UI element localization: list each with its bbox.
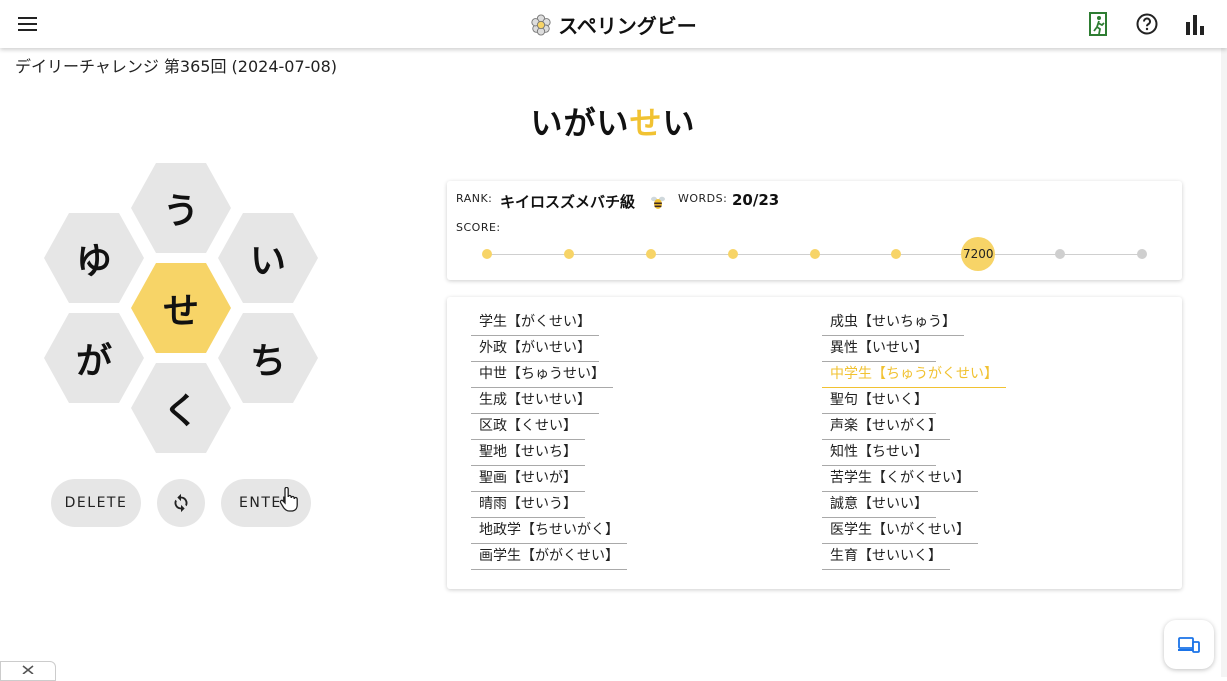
hex-tile-upper-right[interactable]: い <box>218 213 318 303</box>
stats-icon[interactable] <box>1181 10 1209 38</box>
hex-tile-center[interactable]: せ <box>131 263 231 353</box>
found-word-item: 苦学生【くがくせい】 <box>822 466 978 492</box>
words-count: 20/23 <box>732 191 780 209</box>
page-title: スペリングビー <box>558 14 697 38</box>
current-word-suffix: い <box>662 104 696 142</box>
scrollbar-track[interactable] <box>1221 48 1227 677</box>
found-word-item: 声楽【せいがく】 <box>822 414 950 440</box>
found-word-item: 学生【がくせい】 <box>471 310 599 336</box>
current-word-prefix: いがい <box>530 104 630 142</box>
top-app-bar: スペリングビー <box>0 0 1227 48</box>
found-word-item: 成虫【せいちゅう】 <box>822 310 964 336</box>
score-label: SCORE: <box>456 221 501 234</box>
found-word-item: 地政学【ちせいがく】 <box>471 518 627 544</box>
hex-tile-lower-left[interactable]: が <box>44 313 144 403</box>
found-word-item: 区政【くせい】 <box>471 414 585 440</box>
found-word-item: 画学生【ががくせい】 <box>471 544 627 570</box>
score-level-dot <box>727 249 738 259</box>
collapse-tab[interactable] <box>0 661 56 681</box>
score-level-dot <box>645 249 656 259</box>
progress-card: RANK: キイロスズメバチ級 WORDS: 20/23 SCORE: 7200 <box>447 181 1182 280</box>
found-word-item: 生育【せいいく】 <box>822 544 950 570</box>
close-icon <box>22 665 34 674</box>
devices-icon <box>1178 636 1200 653</box>
found-word-item: 異性【いせい】 <box>822 336 936 362</box>
hex-tile-bottom[interactable]: く <box>131 363 231 453</box>
device-switch-button[interactable] <box>1164 620 1214 669</box>
hex-tile-top[interactable]: う <box>131 163 231 253</box>
found-word-item: 聖地【せいち】 <box>471 440 585 466</box>
help-icon[interactable] <box>1133 10 1161 38</box>
score-current-level: 7200 <box>961 237 996 271</box>
menu-icon[interactable] <box>14 10 42 38</box>
rank-label: RANK: <box>456 192 493 205</box>
exit-icon[interactable] <box>1085 10 1113 38</box>
shuffle-button[interactable] <box>157 479 205 527</box>
hornet-icon <box>651 196 665 209</box>
app-title-group: スペリングビー <box>0 10 1227 39</box>
score-level-dot <box>1055 249 1066 259</box>
found-word-item: 聖画【せいが】 <box>471 466 585 492</box>
found-word-item: 生成【せいせい】 <box>471 388 599 414</box>
found-word-item: 聖句【せいく】 <box>822 388 936 414</box>
found-word-item: 医学生【いがくせい】 <box>822 518 978 544</box>
hex-tile-lower-right[interactable]: ち <box>218 313 318 403</box>
top-icon-group <box>1085 10 1209 38</box>
found-word-item: 中学生【ちゅうがくせい】 <box>822 362 1006 388</box>
found-words-card: 学生【がくせい】 外政【がいせい】 中世【ちゅうせい】 生成【せいせい】 区政【くせい】… <box>447 297 1182 589</box>
found-word-item: 誠意【せいい】 <box>822 492 936 518</box>
found-words-right-column: 成虫【せいちゅう】 異性【いせい】 中学生【ちゅうがくせい】 聖句【せいく】 声楽【せい… <box>822 310 1006 570</box>
found-words-left-column: 学生【がくせい】 外政【がいせい】 中世【ちゅうせい】 生成【せいせい】 区政【くせい】… <box>471 310 627 570</box>
score-level-dot <box>891 249 902 259</box>
words-label: WORDS: <box>678 192 728 205</box>
found-word-item: 晴雨【せいう】 <box>471 492 585 518</box>
bee-flower-icon <box>531 13 551 36</box>
shuffle-icon <box>174 493 188 513</box>
score-level-dot <box>563 249 574 259</box>
found-word-item: 中世【ちゅうせい】 <box>471 362 613 388</box>
score-level-dot <box>1137 249 1147 259</box>
hand-cursor-icon <box>279 487 298 512</box>
challenge-label: デイリーチャレンジ 第365回 (2024-07-08) <box>15 57 338 76</box>
rank-value: キイロスズメバチ級 <box>500 193 636 211</box>
found-word-item: 外政【がいせい】 <box>471 336 599 362</box>
current-word: いがいせい <box>430 98 796 144</box>
found-word-item: 知性【ちせい】 <box>822 440 936 466</box>
score-level-dot <box>809 249 820 259</box>
delete-button[interactable]: DELETE <box>51 479 141 527</box>
score-level-dot <box>482 249 492 259</box>
current-word-center-letter: せ <box>629 104 663 142</box>
hex-tile-upper-left[interactable]: ゆ <box>44 213 144 303</box>
